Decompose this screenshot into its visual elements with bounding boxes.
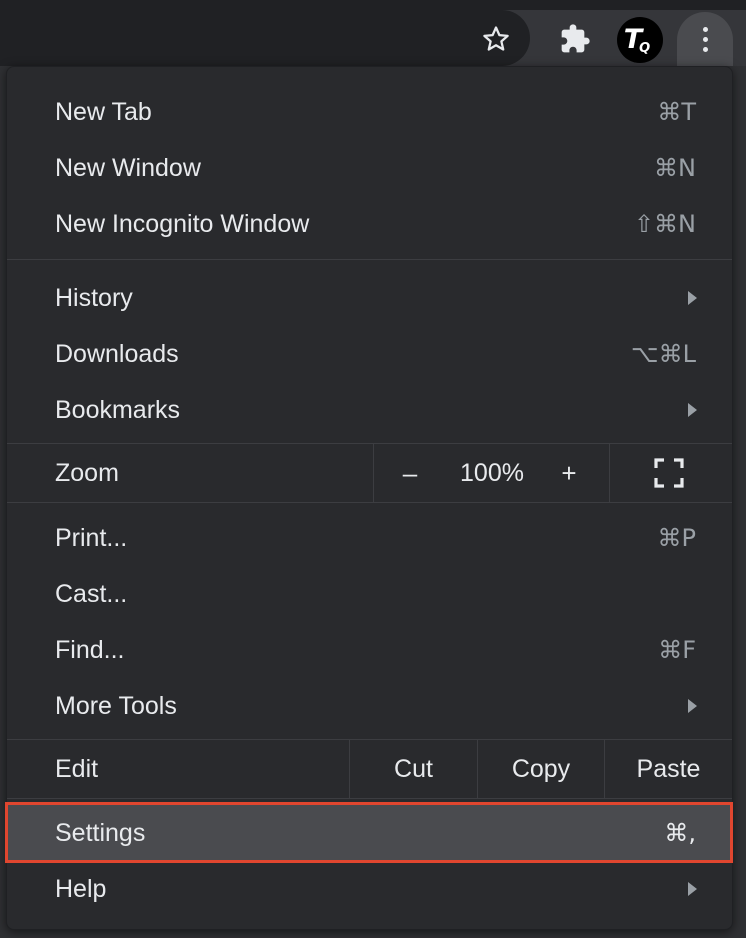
paste-button[interactable]: Paste [605,740,732,798]
zoom-divider [609,444,610,502]
menu-item-shortcut: ⌘F [658,636,696,664]
puzzle-piece-icon [561,24,590,53]
menu-item-label: Find... [55,635,125,664]
menu-item-history[interactable]: History [7,270,732,326]
three-dots-vertical-icon [702,26,708,52]
menu-item-help[interactable]: Help [7,861,732,917]
menu-item-label: Downloads [55,339,179,368]
menu-item-shortcut: ⌥⌘L [630,340,696,368]
submenu-arrow-icon [688,882,697,896]
menu-item-downloads[interactable]: Downloads ⌥⌘L [7,326,732,382]
menu-item-label: Print... [55,523,128,552]
menu-item-print[interactable]: Print... ⌘P [7,510,732,566]
menu-item-find[interactable]: Find... ⌘F [7,622,732,678]
menu-item-label: Settings [55,818,146,847]
zoom-out-button[interactable]: – [390,444,430,502]
extensions-button[interactable] [553,17,597,61]
zoom-level-value: 100% [460,459,524,487]
submenu-arrow-icon [688,699,697,713]
menu-item-label: History [55,283,133,312]
menu-item-shortcut: ⌘P [657,524,696,552]
zoom-row: Zoom – 100% + [7,444,732,502]
zoom-label: Zoom [55,459,119,487]
menu-item-label: New Window [55,153,201,182]
chrome-menu-button[interactable] [677,12,733,66]
address-bar[interactable] [0,10,530,66]
fullscreen-icon [654,458,684,488]
menu-item-shortcut: ⇧⌘N [633,210,696,238]
menu-separator [7,502,732,503]
menu-item-label: New Incognito Window [55,209,310,238]
menu-separator [7,259,732,260]
menu-item-new-window[interactable]: New Window ⌘N [7,140,732,196]
menu-item-cast[interactable]: Cast... [7,566,732,622]
menu-item-more-tools[interactable]: More Tools [7,678,732,734]
menu-item-label: Cast... [55,579,128,608]
menu-item-shortcut: ⌘T [657,98,696,126]
bookmark-star-button[interactable] [474,17,518,61]
zoom-in-button[interactable]: + [549,444,589,502]
profile-avatar-button[interactable]: T Q [617,17,663,63]
edit-row: Edit Cut Copy Paste [7,740,732,798]
browser-toolbar: T Q [0,0,746,66]
copy-button[interactable]: Copy [478,740,604,798]
menu-item-label: New Tab [55,97,152,126]
fullscreen-button[interactable] [639,444,699,502]
menu-item-new-tab[interactable]: New Tab ⌘T [7,84,732,140]
edit-label: Edit [55,755,99,783]
tab-strip-edge [0,0,746,10]
zoom-divider [373,444,374,502]
menu-item-label: More Tools [55,691,177,720]
menu-item-label: Help [55,874,107,903]
chrome-main-menu: New Tab ⌘T New Window ⌘N New Incognito W… [5,66,733,930]
menu-item-new-incognito-window[interactable]: New Incognito Window ⇧⌘N [7,196,732,252]
cut-button[interactable]: Cut [350,740,477,798]
submenu-arrow-icon [688,403,697,417]
menu-item-shortcut: ⌘N [654,154,696,182]
menu-item-label: Bookmarks [55,395,181,424]
star-outline-icon [483,26,509,51]
menu-item-settings[interactable]: Settings ⌘, [7,805,732,861]
profile-initial-sub: Q [639,40,651,56]
submenu-arrow-icon [688,291,697,305]
menu-item-bookmarks[interactable]: Bookmarks [7,382,732,438]
menu-item-shortcut: ⌘, [664,819,696,847]
menu-separator [7,798,732,799]
